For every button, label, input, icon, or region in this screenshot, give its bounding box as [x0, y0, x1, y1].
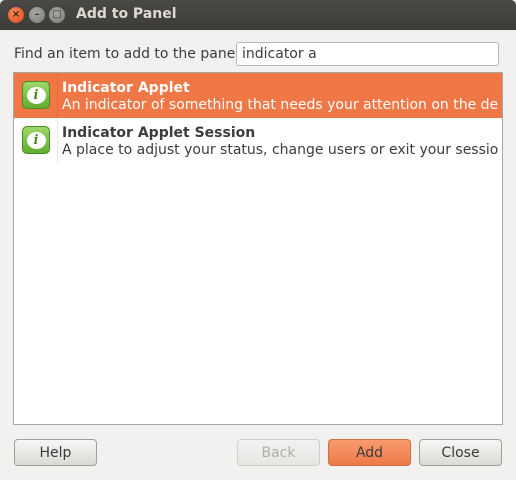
list-item-indicator-applet[interactable]: i Indicator Applet An indicator of somet…: [14, 73, 502, 118]
item-divider: [57, 118, 58, 163]
close-window-icon[interactable]: ×: [8, 7, 24, 23]
item-name: Indicator Applet Session: [62, 125, 256, 141]
maximize-window-icon[interactable]: □: [49, 7, 65, 23]
search-input[interactable]: [236, 42, 499, 66]
info-icon-glyph: i: [26, 131, 46, 149]
info-icon: i: [22, 81, 50, 109]
search-label: Find an item to add to the panel:: [14, 46, 244, 62]
minimize-window-icon[interactable]: –: [29, 7, 45, 23]
help-button[interactable]: Help: [14, 439, 97, 466]
item-description: A place to adjust your status, change us…: [62, 142, 498, 158]
applet-list[interactable]: i Indicator Applet An indicator of somet…: [13, 72, 503, 425]
item-description: An indicator of something that needs you…: [62, 97, 498, 113]
item-name: Indicator Applet: [62, 80, 190, 96]
item-divider: [57, 73, 58, 118]
add-button[interactable]: Add: [328, 439, 411, 466]
add-to-panel-dialog: × – □ Add to Panel Find an item to add t…: [0, 0, 516, 480]
close-button[interactable]: Close: [419, 439, 502, 466]
info-icon: i: [22, 126, 50, 154]
info-icon-glyph: i: [26, 86, 46, 104]
list-item-indicator-applet-session[interactable]: i Indicator Applet Session A place to ad…: [14, 118, 502, 163]
window-title: Add to Panel: [76, 6, 177, 22]
back-button[interactable]: Back: [237, 439, 320, 466]
title-bar[interactable]: × – □ Add to Panel: [0, 0, 516, 30]
